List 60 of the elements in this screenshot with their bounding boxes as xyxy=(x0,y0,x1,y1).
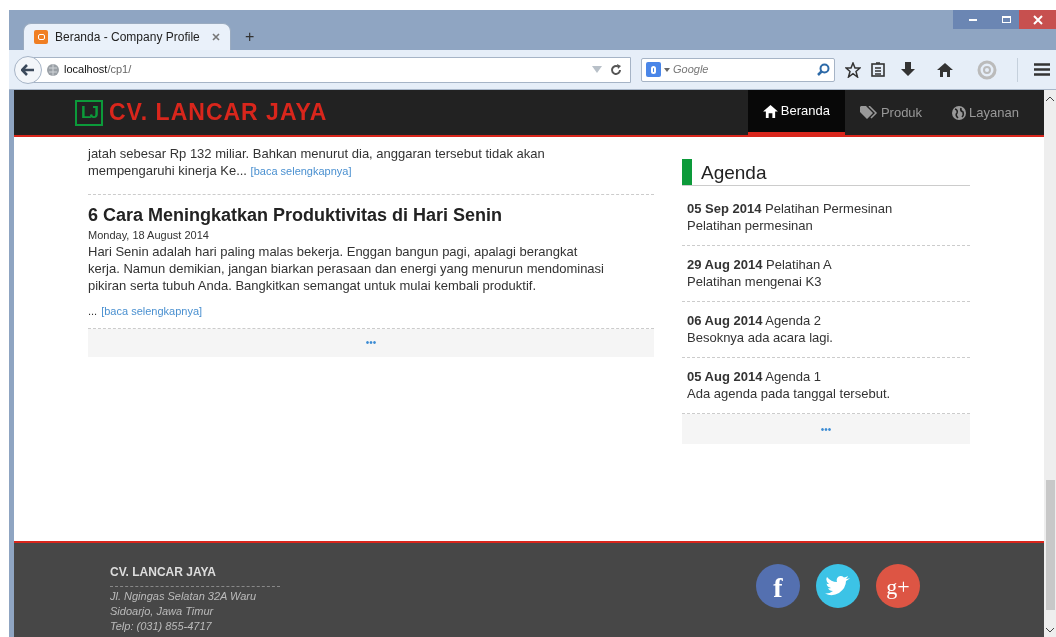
read-more-link[interactable]: [baca selengkapnya] xyxy=(101,303,203,320)
new-tab-button[interactable]: + xyxy=(239,23,261,50)
clipboard-icon[interactable] xyxy=(871,62,885,77)
address-line: Jl. Ngingas Selatan 32A Waru xyxy=(110,589,258,604)
twitter-icon[interactable] xyxy=(816,564,860,608)
caret-icon[interactable] xyxy=(664,67,670,72)
logo-mark: LJ xyxy=(75,99,103,126)
favicon-icon xyxy=(34,30,48,44)
google-plus-icon[interactable]: g+ xyxy=(876,564,920,608)
agenda-title[interactable]: 06 Aug 2014 Agenda 2 xyxy=(687,312,970,329)
article-excerpt: Hari Senin adalah hari paling malas bekerja. Enggan bangun pagi, apalagi berangkat kerja. Namun demikian, jangan biarkan perasaan dan energi yang menurun mendominasi pikiran serta tubuh Anda. Bangkitkan semangat untuk mulai kembali produktif. xyxy=(88,243,605,294)
agenda-description: Pelatihan permesinan xyxy=(687,217,814,235)
tag-icon xyxy=(859,106,878,119)
agenda-title[interactable]: 05 Aug 2014 Agenda 1 xyxy=(687,368,970,385)
tab-title: Beranda - Company Profile xyxy=(55,29,201,46)
menu-icon[interactable] xyxy=(1034,63,1050,76)
more-button[interactable]: ••• xyxy=(682,414,970,444)
minimize-button[interactable] xyxy=(953,10,993,29)
nav-link[interactable]: Beranda xyxy=(747,90,845,135)
article-date: Monday, 18 August 2014 xyxy=(88,228,210,243)
reload-icon[interactable] xyxy=(610,63,622,76)
globe-icon xyxy=(952,105,967,120)
ellipsis-text: ... xyxy=(88,304,98,319)
address-line: Telp: (031) 855-4717 xyxy=(110,619,213,634)
close-button[interactable] xyxy=(1019,10,1056,29)
brand-name: CV. LANCAR JAYA xyxy=(109,98,328,128)
search-icon[interactable] xyxy=(817,63,830,76)
nav-link[interactable]: Layanan xyxy=(937,90,1034,135)
download-icon[interactable] xyxy=(901,62,915,77)
browser-tab[interactable]: Beranda - Company Profile xyxy=(23,23,231,50)
agenda-heading: Agenda xyxy=(701,161,767,185)
facebook-icon[interactable]: f xyxy=(756,564,800,608)
agenda-description: Ada agenda pada tanggal tersebut. xyxy=(687,385,892,403)
nav-link[interactable]: Produk xyxy=(844,90,938,135)
footer-company: CV. LANCAR JAYA xyxy=(110,564,218,581)
more-button[interactable]: ••• xyxy=(88,328,654,357)
back-button[interactable] xyxy=(14,55,42,84)
agenda-title[interactable]: 05 Sep 2014 Pelatihan Permesinan xyxy=(687,200,970,217)
home-icon xyxy=(762,104,778,118)
agenda-title[interactable]: 29 Aug 2014 Pelatihan A xyxy=(687,256,970,273)
home-icon[interactable] xyxy=(937,62,953,77)
search-engine-icon[interactable] xyxy=(646,62,661,77)
scrollbar-thumb[interactable] xyxy=(1045,480,1055,610)
close-icon[interactable] xyxy=(212,33,220,41)
close-icon xyxy=(1032,14,1043,25)
heading-accent-bar xyxy=(682,159,692,185)
article-excerpt: jatah sebesar Rp 132 miliar. Bahkan menurut dia, anggaran tersebut tidak akan mempengaruhi kinerja Ke... [baca selengkapnya] xyxy=(88,145,546,180)
star-icon[interactable] xyxy=(845,61,861,78)
search-field[interactable]: Google xyxy=(641,57,835,82)
read-more-link[interactable]: [baca selengkapnya] xyxy=(250,165,352,177)
globe-icon xyxy=(46,62,60,77)
search-input[interactable]: Google xyxy=(673,61,814,78)
maximize-button[interactable] xyxy=(993,10,1019,29)
agenda-description: Pelatihan mengenai K3 xyxy=(687,273,823,291)
scroll-up-icon[interactable] xyxy=(1046,96,1054,101)
address-line: Sidoarjo, Jawa Timur xyxy=(110,604,215,619)
back-arrow-icon xyxy=(21,63,35,76)
scroll-down-icon[interactable] xyxy=(1046,628,1054,633)
article-title[interactable]: 6 Cara Meningkatkan Produktivitas di Hari Senin xyxy=(88,203,654,227)
agenda-description: Besoknya ada acara lagi. xyxy=(687,329,834,347)
